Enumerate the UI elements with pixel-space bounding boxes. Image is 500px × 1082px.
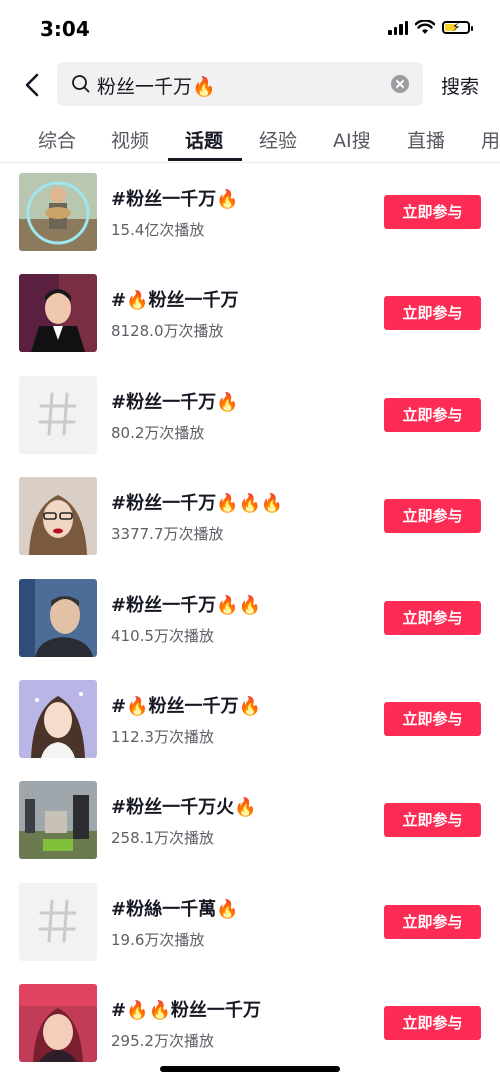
topic-title: #🔥粉丝一千万: [111, 290, 239, 311]
tab-experience[interactable]: 经验: [259, 126, 297, 153]
search-input[interactable]: 粉丝一千万🔥: [57, 62, 423, 106]
topic-row[interactable]: #粉絲一千萬🔥 19.6万次播放 立即参与: [0, 875, 500, 975]
join-topic-button[interactable]: 立即参与: [384, 1006, 481, 1040]
search-header: 粉丝一千万🔥 搜索: [0, 62, 500, 108]
topic-play-count: 112.3万次播放: [111, 728, 214, 746]
join-topic-button[interactable]: 立即参与: [384, 601, 481, 635]
topic-row[interactable]: #粉丝一千万🔥 80.2万次播放 立即参与: [0, 368, 500, 468]
join-topic-button[interactable]: 立即参与: [384, 296, 481, 330]
active-tab-indicator: [168, 158, 242, 161]
join-topic-button[interactable]: 立即参与: [384, 195, 481, 229]
search-icon: [72, 75, 90, 93]
wifi-icon: [415, 20, 435, 34]
topic-row[interactable]: #粉丝一千万火🔥 258.1万次播放 立即参与: [0, 773, 500, 873]
tab-users[interactable]: 用: [481, 126, 500, 153]
topic-play-count: 295.2万次播放: [111, 1032, 214, 1050]
hashtag-icon: [38, 392, 77, 436]
home-indicator: [160, 1066, 340, 1072]
topic-play-count: 258.1万次播放: [111, 829, 214, 847]
topic-play-count: 19.6万次播放: [111, 931, 205, 949]
topic-thumbnail: [19, 883, 97, 961]
search-query-text: 粉丝一千万🔥: [97, 76, 216, 98]
clear-icon[interactable]: [391, 75, 409, 93]
topic-play-count: 3377.7万次播放: [111, 525, 224, 543]
topic-thumbnail: [19, 376, 97, 454]
topic-thumbnail: [19, 579, 97, 657]
topic-thumbnail: [19, 173, 97, 251]
tab-topics[interactable]: 话题: [185, 126, 223, 153]
tab-live[interactable]: 直播: [407, 126, 445, 153]
battery-charging-icon: ⚡: [442, 20, 473, 34]
topic-play-count: 80.2万次播放: [111, 424, 205, 442]
join-topic-button[interactable]: 立即参与: [384, 398, 481, 432]
hashtag-icon: [38, 899, 77, 943]
topic-play-count: 410.5万次播放: [111, 627, 214, 645]
back-arrow-icon[interactable]: [18, 68, 48, 102]
topic-title: #粉丝一千万🔥: [111, 392, 239, 413]
tab-video[interactable]: 视频: [111, 126, 149, 153]
topic-title: #粉丝一千万🔥🔥🔥: [111, 493, 284, 514]
cellular-signal-icon: [388, 20, 408, 35]
status-time: 3:04: [40, 17, 90, 41]
topic-title: #粉丝一千万🔥: [111, 189, 239, 210]
topic-row[interactable]: #粉丝一千万🔥🔥 410.5万次播放 立即参与: [0, 571, 500, 671]
topic-thumbnail: [19, 680, 97, 758]
topic-title: #粉丝一千万🔥🔥: [111, 595, 261, 616]
join-topic-button[interactable]: 立即参与: [384, 803, 481, 837]
topic-row[interactable]: #🔥粉丝一千万 8128.0万次播放 立即参与: [0, 266, 500, 366]
topic-title: #🔥粉丝一千万🔥: [111, 696, 261, 717]
topic-title: #粉丝一千万火🔥: [111, 797, 257, 818]
topic-row[interactable]: #粉丝一千万🔥 15.4亿次播放 立即参与: [0, 165, 500, 265]
topic-play-count: 8128.0万次播放: [111, 322, 224, 340]
topic-play-count: 15.4亿次播放: [111, 221, 205, 239]
status-icons: ⚡: [388, 20, 473, 35]
topic-title: #粉絲一千萬🔥: [111, 899, 239, 920]
topic-row[interactable]: #粉丝一千万🔥🔥🔥 3377.7万次播放 立即参与: [0, 469, 500, 569]
topic-row[interactable]: #🔥粉丝一千万🔥 112.3万次播放 立即参与: [0, 672, 500, 772]
topic-thumbnail: [19, 477, 97, 555]
topic-title: #🔥🔥粉丝一千万: [111, 1000, 261, 1021]
topic-thumbnail: [19, 274, 97, 352]
status-bar: 3:04 ⚡: [0, 0, 500, 58]
join-topic-button[interactable]: 立即参与: [384, 702, 481, 736]
topic-row[interactable]: #🔥🔥粉丝一千万 295.2万次播放 立即参与: [0, 976, 500, 1076]
search-tabs: 综合 视频 话题 经验 AI搜 直播 用: [0, 120, 500, 163]
join-topic-button[interactable]: 立即参与: [384, 905, 481, 939]
topic-thumbnail: [19, 781, 97, 859]
search-button[interactable]: 搜索: [441, 72, 479, 99]
join-topic-button[interactable]: 立即参与: [384, 499, 481, 533]
tab-comprehensive[interactable]: 综合: [38, 126, 76, 153]
topic-thumbnail: [19, 984, 97, 1062]
tab-ai-search[interactable]: AI搜: [333, 126, 371, 153]
